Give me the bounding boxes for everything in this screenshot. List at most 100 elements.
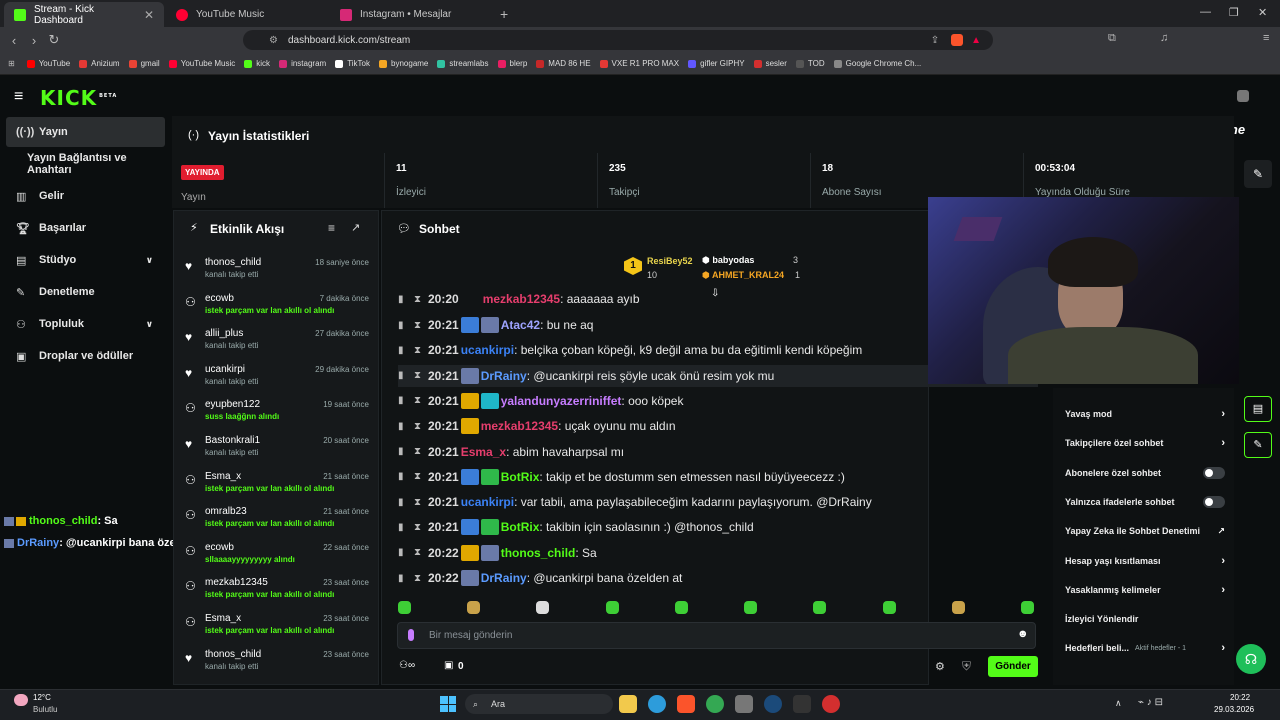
bookmark-item[interactable]: TOD [795, 59, 825, 68]
chrome-icon[interactable] [706, 695, 724, 713]
loyalty-points-icon[interactable]: ⚇∞ [399, 660, 415, 671]
sidebar-item-achievements[interactable]: 🏆︎ Başarılar [6, 213, 165, 243]
sidebar-item-studio[interactable]: ▤ Stüdyo ∨ [6, 245, 165, 275]
sidebar-item-community[interactable]: ⚇ Topluluk ∨ [6, 309, 165, 339]
settings-menu-item[interactable]: Yapay Zeka ile Sohbet Denetimi ↗ [1065, 521, 1225, 541]
kick-logo[interactable]: KICK BETA [40, 86, 117, 110]
maximize-icon[interactable]: ❐ [1229, 6, 1239, 19]
message-username[interactable]: mezkab12345 [481, 419, 558, 433]
timeout-icon[interactable]: ⧗ [414, 370, 424, 381]
leaderboard-second[interactable]: ⬢ babyodas [702, 255, 754, 266]
toggle-switch[interactable] [1203, 466, 1225, 479]
chat-message[interactable]: ▮ ⧗ 20:21 ucankirpi: var tabii, ama paylaşa… [398, 491, 1038, 513]
timeout-icon[interactable]: ⧗ [414, 522, 424, 533]
extensions-icon[interactable]: ⧉ [1108, 32, 1116, 45]
timeout-icon[interactable]: ⧗ [414, 421, 424, 432]
emote-icon[interactable] [1021, 601, 1034, 614]
activity-event[interactable]: ⚇ omralb23 istek parçam var lan akıllı ol … [183, 504, 373, 538]
moderation-shield-icon[interactable]: ⛨ [962, 659, 971, 674]
activity-event[interactable]: ⚇ Esma_x istek parçam var lan akıllı ol al… [183, 469, 373, 503]
leaderboard-third[interactable]: ⬢ AHMET_KRAL24 [702, 270, 784, 281]
tab-instagram[interactable]: Instagram • Mesajlar [330, 2, 492, 27]
minimize-icon[interactable]: — [1200, 6, 1211, 18]
bookmark-item[interactable]: instagram [279, 59, 326, 68]
sidebar-item-stream-key[interactable]: Yayın Bağlantısı ve Anahtarı [6, 149, 165, 179]
settings-menu-item[interactable]: Yasaklanmış kelimeler › [1065, 580, 1225, 600]
message-username[interactable]: thonos_child [501, 546, 576, 560]
timeout-icon[interactable]: ⧗ [414, 446, 424, 457]
moderation-tools-icon[interactable]: ✎ [1244, 432, 1272, 458]
reload-icon[interactable]: ↻ [44, 32, 64, 48]
activity-event[interactable]: ♥ thonos_child kanalı takip etti 23 saat ön… [183, 647, 373, 681]
emote-icon[interactable] [883, 601, 896, 614]
pin-message-icon[interactable]: ▮ [398, 345, 408, 356]
settings-menu-item[interactable]: Hesap yaşı kısıtlaması › [1065, 551, 1225, 571]
timeout-icon[interactable]: ⧗ [414, 345, 424, 356]
timeout-icon[interactable]: ⧗ [414, 395, 424, 406]
activity-event[interactable]: ⚇ ecowb sllaaaayyyyyyyyy alındı 22 saat önc… [183, 540, 373, 574]
message-username[interactable]: Esma_x [461, 445, 506, 459]
activity-event[interactable]: ♥ ucankirpi kanalı takip etti 29 dakika önc… [183, 362, 373, 396]
message-username[interactable]: ucankirpi [461, 495, 514, 509]
emote-icon[interactable] [467, 601, 480, 614]
emote-icon[interactable] [398, 601, 411, 614]
tab-kick-dashboard[interactable]: Stream - Kick Dashboard ✕ [4, 2, 164, 27]
bookmark-item[interactable]: Google Chrome Ch... [833, 59, 921, 68]
tray-overflow-icon[interactable]: ∧ [1115, 698, 1122, 709]
bookmark-item[interactable]: YouTube Music [168, 59, 235, 68]
forward-icon[interactable]: › [24, 33, 44, 48]
chat-message[interactable]: ▮ ⧗ 20:21 BotRix: takip et be dostumm sen e… [398, 466, 1038, 488]
leaderboard-first[interactable]: ResiBey52 [647, 256, 693, 266]
activity-event[interactable]: ♥ allii_plus kanalı takip etti 27 dakika ön… [183, 326, 373, 360]
chat-message[interactable]: ▮ ⧗ 20:21 yalandunyazerriniffet: ooo köpek [398, 390, 1038, 412]
pin-message-icon[interactable]: ▮ [398, 320, 408, 331]
support-chat-icon[interactable]: ☊ [1236, 644, 1266, 674]
bookmark-item[interactable]: MAD 86 HE [536, 59, 591, 68]
bookmark-item[interactable]: blerp [497, 59, 527, 68]
message-username[interactable]: ucankirpi [461, 343, 514, 357]
tab-youtube-music[interactable]: YouTube Music [166, 2, 328, 27]
timeout-icon[interactable]: ⧗ [414, 547, 424, 558]
settings-menu-item[interactable]: Yalnızca ifadelerle sohbet [1065, 492, 1225, 512]
activity-event[interactable]: ⚇ eyupben122 suss laağğnn alındı 19 saat ön… [183, 397, 373, 431]
steam-icon[interactable] [764, 695, 782, 713]
bookmark-item[interactable]: Anizium [79, 59, 120, 68]
back-icon[interactable]: ‹ [4, 33, 24, 48]
apps-grid-icon[interactable]: ⊞ [8, 59, 15, 68]
streamlabs-icon[interactable] [822, 695, 840, 713]
address-bar[interactable]: ⚙ dashboard.kick.com/stream ⇪ ▲ [243, 30, 993, 50]
emote-icon[interactable] [675, 601, 688, 614]
media-icon[interactable]: ♫ [1160, 32, 1168, 44]
activity-event[interactable]: ⚇ ecowb istek parçam var lan akıllı ol alı… [183, 291, 373, 325]
epic-games-icon[interactable] [793, 695, 811, 713]
pin-message-icon[interactable]: ▮ [398, 573, 408, 584]
store-icon[interactable] [735, 695, 753, 713]
sidebar-item-moderation[interactable]: ✎ Denetleme [6, 277, 165, 307]
emote-icon[interactable] [952, 601, 965, 614]
close-tab-icon[interactable]: ✕ [144, 8, 154, 22]
bookmark-item[interactable]: bynogame [379, 59, 428, 68]
bookmark-item[interactable]: VXE R1 PRO MAX [599, 59, 679, 68]
popout-icon[interactable]: ↗ [351, 221, 360, 234]
chat-message[interactable]: ▮ ⧗ 20:21 Esma_x: abim havaharpsal mı [398, 441, 1038, 463]
chat-message[interactable]: ▮ ⧗ 20:22 DrRainy: @ucankirpi bana özelden … [398, 567, 1038, 589]
bookmark-item[interactable]: gifler GIPHY [688, 59, 745, 68]
hamburger-menu-icon[interactable]: ≡ [14, 88, 23, 106]
pin-message-icon[interactable]: ▮ [398, 547, 408, 558]
toggle-switch[interactable] [1203, 495, 1225, 508]
clock-time[interactable]: 20:22 [1230, 693, 1250, 702]
emote-icon[interactable] [536, 601, 549, 614]
emote-icon[interactable] [744, 601, 757, 614]
settings-menu-item[interactable]: Hedefleri beli... Aktif hedefler - 1 › [1065, 638, 1225, 658]
windows-start-icon[interactable] [440, 696, 456, 712]
weather-temp[interactable]: 12°C [33, 693, 51, 702]
pin-message-icon[interactable]: ▮ [398, 421, 408, 432]
sidebar-item-drops[interactable]: ▣ Droplar ve ödüller [6, 341, 165, 371]
activity-event[interactable]: ⚇ mezkab12345 istek parçam var lan akıllı … [183, 575, 373, 609]
close-window-icon[interactable]: ✕ [1258, 6, 1267, 19]
gift-icon[interactable]: ▣ [444, 660, 453, 671]
message-username[interactable]: DrRainy [481, 571, 527, 585]
chat-message[interactable]: ▮ ⧗ 20:21 BotRix: takibin için saolasının :… [398, 516, 1038, 538]
brave-shield-icon[interactable] [951, 34, 964, 46]
chat-settings-gear-icon[interactable]: ⚙ [935, 660, 945, 673]
